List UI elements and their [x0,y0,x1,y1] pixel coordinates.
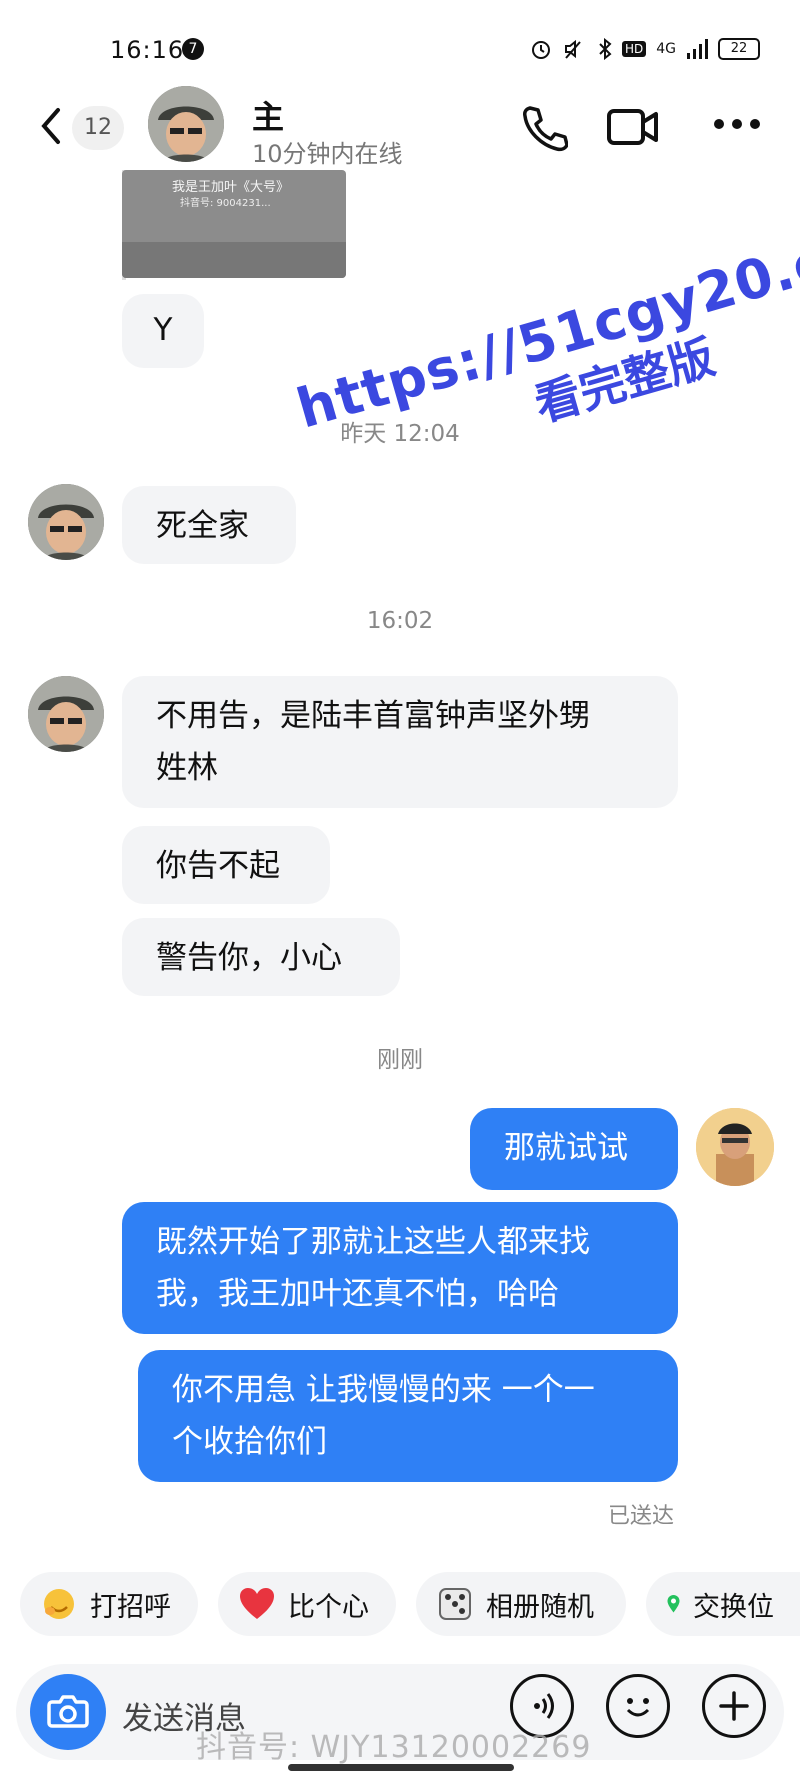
image-card-bottom [122,242,346,278]
sender-avatar[interactable] [28,676,104,752]
message-bubble-received[interactable]: 不用告，是陆丰首富钟声坚外甥 姓林 [122,676,678,808]
image-card-title: 我是王加叶《大号》 [172,180,290,195]
quick-reply-chip[interactable]: 打招呼 [20,1572,198,1636]
message-bubble-received[interactable]: 你告不起 [122,826,330,904]
status-time: 16:16 [110,36,185,64]
message-text: 不用告，是陆丰首富钟声坚外甥 [156,698,590,734]
contact-avatar[interactable] [148,86,224,162]
timestamp: 刚刚 [377,1047,423,1073]
smiley-icon [626,1698,650,1717]
mute-vibrate-icon [564,39,581,59]
heart-icon [240,1588,274,1619]
watermark-overlay: https://51cgy20.com 看完整版 [290,203,800,498]
quick-reply-label: 交换位 [693,1591,774,1623]
signal-icon [687,39,708,59]
message-bubble-sent[interactable]: 你不用急 让我慢慢的来 一个一 个收拾你们 [138,1350,678,1482]
notification-count-badge: 7 [182,38,204,60]
back-button[interactable] [38,106,64,150]
message-text: 个收拾你们 [172,1424,327,1460]
quick-reply-label: 比个心 [288,1591,369,1623]
message-bubble-sent[interactable]: 那就试试 [470,1108,678,1190]
message-text: 我，我王加叶还真不怕，哈哈 [156,1276,559,1312]
douyin-id-watermark: 抖音号: WJY13120002269 [196,1730,592,1765]
network-label: 4G [656,41,676,57]
video-camera-icon [607,109,658,145]
shared-image-thumbnail[interactable]: 我是王加叶《大号》 抖音号: 9004231... [122,170,346,278]
quick-reply-chip[interactable]: 比个心 [218,1572,396,1636]
wave-emoji-icon [44,1589,74,1619]
chevron-left-icon [41,108,60,144]
my-avatar[interactable] [696,1108,774,1186]
dice-icon [439,1588,471,1620]
home-indicator[interactable] [288,1764,514,1771]
hd-icon: HD [621,41,647,57]
phone-icon [523,106,569,152]
message-bubble-sent[interactable]: 既然开始了那就让这些人都来找 我，我王加叶还真不怕，哈哈 [122,1202,678,1334]
timestamp: 16:02 [366,608,434,634]
camera-icon [47,1695,89,1728]
location-pin-icon [667,1595,680,1613]
emoji-button[interactable] [606,1674,670,1738]
message-text: 既然开始了那就让这些人都来找 [156,1224,590,1260]
message-text: 姓林 [156,750,218,786]
more-dots-icon [714,119,760,129]
quick-reply-label: 打招呼 [90,1591,171,1623]
contact-name: 主 [252,98,285,136]
plus-icon [719,1691,749,1721]
message-text: 你不用急 让我慢慢的来 一个一 [172,1372,595,1408]
alarm-icon [531,41,550,59]
bluetooth-icon [599,38,612,60]
quick-reply-chip[interactable]: 交换位 [646,1572,800,1636]
unread-count-badge[interactable]: 12 [72,106,124,150]
image-card-subtitle: 抖音号: 9004231... [180,198,271,209]
delivery-status: 已送达 [607,1504,674,1529]
status-icons: HD 4G 22 [530,38,760,60]
quick-reply-label: 相册随机 [486,1591,594,1623]
more-options-button[interactable] [712,114,762,138]
message-bubble-received[interactable]: 警告你，小心 [122,918,400,996]
camera-button[interactable] [30,1674,106,1750]
voice-call-button[interactable] [518,102,569,156]
message-bubble-received[interactable]: Y [122,294,204,368]
more-actions-button[interactable] [702,1674,766,1738]
message-bubble-received[interactable]: 死全家 [122,486,296,564]
battery-icon: 22 [718,38,760,60]
sender-avatar[interactable] [28,484,104,560]
video-call-button[interactable] [606,106,660,152]
quick-reply-chip[interactable]: 相册随机 [416,1572,626,1636]
contact-online-status: 10分钟内在线 [252,140,403,168]
